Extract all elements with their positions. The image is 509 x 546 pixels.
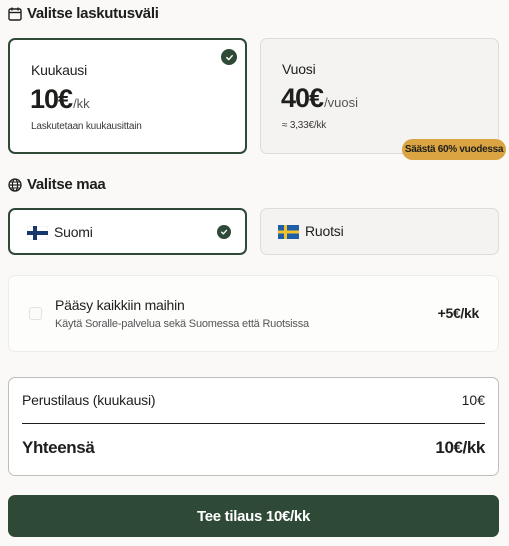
summary-divider <box>22 423 485 424</box>
plan-price: 10€ /kk <box>30 84 90 115</box>
addon-card[interactable]: Pääsy kaikkiin maihin Käytä Soralle-palv… <box>8 275 499 352</box>
order-summary: Perustilaus (kuukausi) 10€ Yhteensä 10€/… <box>8 377 499 476</box>
plan-note: Laskutetaan kuukausittain <box>31 121 142 132</box>
country-heading: Valitse maa <box>27 176 106 193</box>
addon-checkbox[interactable] <box>29 307 42 320</box>
plan-price-unit: /kk <box>73 96 90 111</box>
finland-flag-icon <box>27 226 48 240</box>
country-option-finland[interactable]: Suomi <box>8 208 247 255</box>
plan-card-yearly[interactable]: Vuosi 40€ /vuosi ≈ 3,33€/kk <box>260 38 499 154</box>
country-label: Ruotsi <box>305 223 344 239</box>
calendar-icon <box>8 7 22 21</box>
addon-title: Pääsy kaikkiin maihin <box>55 297 185 313</box>
summary-line-label: Perustilaus (kuukausi) <box>22 392 156 408</box>
country-label: Suomi <box>54 224 93 240</box>
check-icon <box>217 225 231 239</box>
plan-price-amount: 10€ <box>30 84 73 114</box>
order-button[interactable]: Tee tilaus 10€/kk <box>8 495 499 537</box>
plan-card-monthly[interactable]: Kuukausi 10€ /kk Laskutetaan kuukausitta… <box>8 38 247 154</box>
plan-name: Kuukausi <box>31 62 87 78</box>
billing-section-title: Valitse laskutusväli <box>8 5 159 22</box>
globe-icon <box>8 177 22 192</box>
plan-name: Vuosi <box>282 61 316 77</box>
check-icon <box>221 49 237 65</box>
addon-price: +5€/kk <box>437 305 480 321</box>
country-section-title: Valitse maa <box>8 176 106 193</box>
summary-line-value: 10€ <box>461 392 485 408</box>
billing-heading: Valitse laskutusväli <box>27 5 159 22</box>
plan-price-amount: 40€ <box>281 83 324 113</box>
country-option-sweden[interactable]: Ruotsi <box>260 208 499 255</box>
plan-price: 40€ /vuosi <box>281 83 358 114</box>
plan-note: ≈ 3,33€/kk <box>282 120 327 131</box>
summary-total-value: 10€/kk <box>435 438 485 457</box>
addon-description: Käytä Soralle-palvelua sekä Suomessa ett… <box>55 318 309 330</box>
sweden-flag-icon <box>278 225 299 239</box>
plan-price-unit: /vuosi <box>324 95 359 110</box>
savings-badge: Säästä 60% vuodessa <box>402 139 506 160</box>
summary-total-label: Yhteensä <box>22 438 95 457</box>
